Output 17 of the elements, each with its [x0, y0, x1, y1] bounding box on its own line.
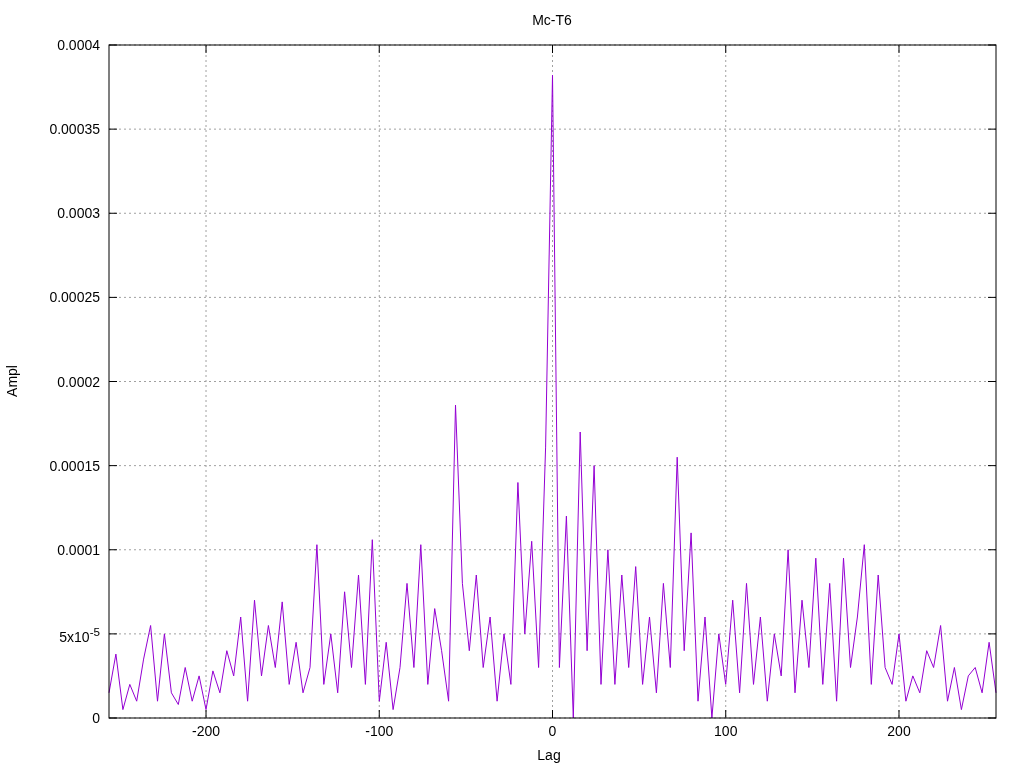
x-tick-label: 200: [887, 723, 911, 739]
x-axis-label: Lag: [537, 747, 561, 763]
y-tick-label: 5x10$^{-5}$: [59, 623, 100, 645]
y-tick-label: 0.00035: [49, 121, 100, 138]
y-axis-label: Ampl: [4, 365, 20, 397]
y-tick-label: 0.00025: [49, 289, 100, 306]
x-tick-label: -100: [365, 723, 394, 739]
y-tick-label: 0.0001: [57, 541, 100, 558]
y-tick-label: 0.0003: [57, 205, 100, 222]
y-tick-label: 0.0002: [57, 373, 100, 390]
x-tick-label: 100: [714, 723, 738, 739]
x-tick-label: 0: [548, 723, 557, 739]
y-tick-label: 0.00015: [49, 457, 100, 474]
chart-title: Mc-T6: [532, 12, 572, 28]
x-tick-label: -200: [192, 723, 221, 739]
y-tick-label: 0: [92, 710, 100, 726]
y-tick-label: 0.0004: [57, 37, 100, 53]
